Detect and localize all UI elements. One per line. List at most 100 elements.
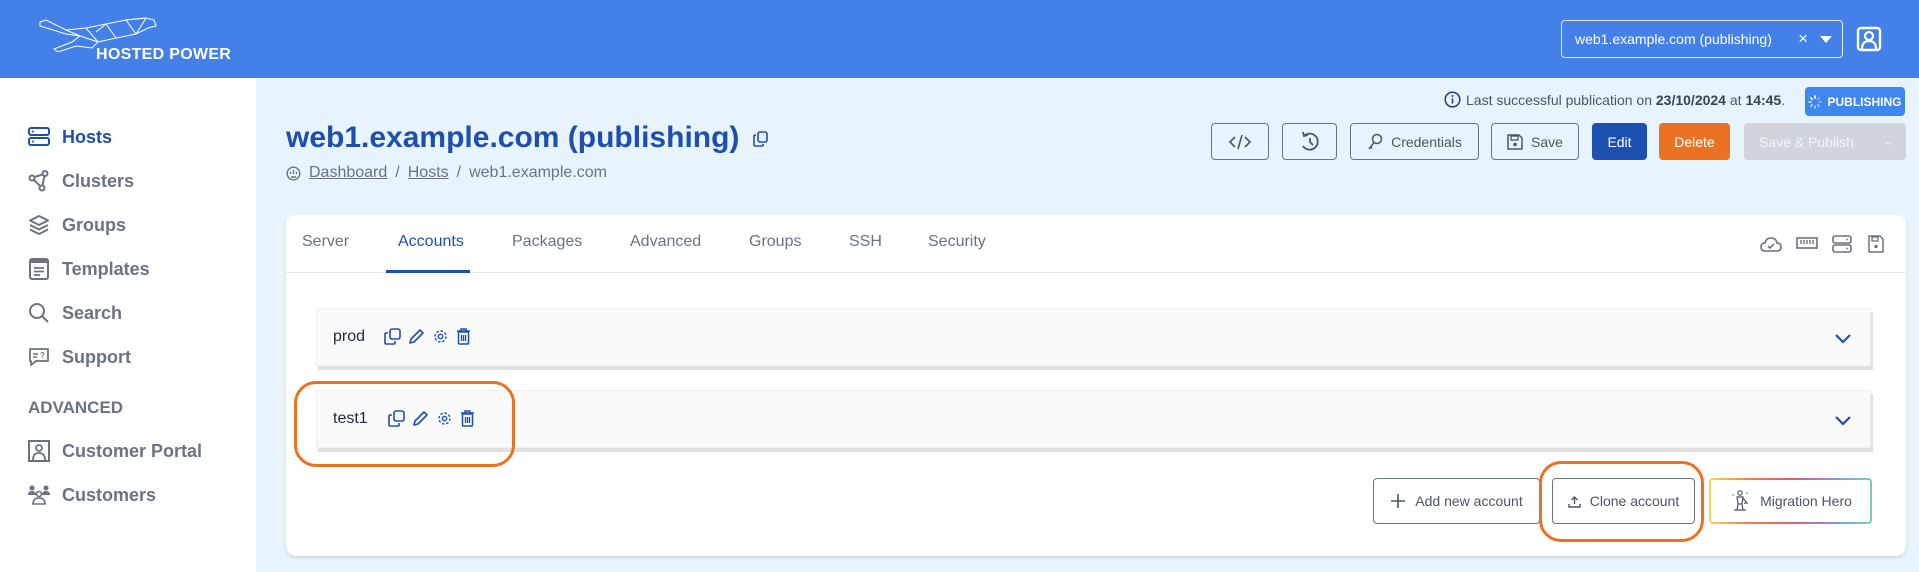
sidebar-item-label: Support	[62, 346, 131, 367]
host-detail-card: Server Accounts Packages Advanced Groups…	[286, 215, 1906, 556]
account-actions	[388, 410, 477, 427]
host-selector-value: web1.example.com (publishing)	[1575, 31, 1772, 47]
brand-logo[interactable]: HOSTED POWER	[36, 12, 246, 68]
layers-icon	[27, 213, 51, 237]
tab-bar: Server Accounts Packages Advanced Groups…	[286, 215, 1906, 273]
edit-pencil-icon[interactable]	[412, 410, 429, 427]
tab-packages[interactable]: Packages	[512, 233, 582, 273]
migration-hero-button[interactable]: Migration Hero	[1709, 478, 1872, 524]
hero-figure-icon	[1732, 490, 1749, 511]
sidebar-item-hosts[interactable]: Hosts	[27, 123, 112, 151]
clone-account-label: Clone account	[1589, 493, 1680, 509]
publication-suffix: .	[1781, 91, 1786, 108]
trash-icon[interactable]	[460, 410, 477, 427]
status-badge-label: PUBLISHING	[1827, 94, 1902, 109]
credentials-button[interactable]: Credentials	[1350, 123, 1479, 160]
key-icon	[1368, 133, 1383, 149]
dashboard-icon	[286, 165, 301, 181]
save-publish-label: Save & Publish	[1759, 133, 1854, 150]
search-icon	[27, 301, 51, 325]
server-icon	[27, 125, 51, 149]
customers-icon	[27, 483, 51, 507]
portal-icon	[27, 439, 51, 463]
save-button[interactable]: Save	[1491, 123, 1579, 160]
spinner-icon	[1808, 94, 1823, 109]
cluster-icon	[27, 169, 51, 193]
edit-button[interactable]: Edit	[1592, 123, 1647, 160]
tab-groups[interactable]: Groups	[749, 233, 801, 273]
publication-info: Last successful publication on 23/10/202…	[1444, 91, 1785, 108]
sidebar: Hosts Clusters Groups Templates Search ?…	[0, 78, 256, 572]
sidebar-item-templates[interactable]: Templates	[27, 255, 150, 283]
account-row-prod[interactable]: prod	[316, 308, 1871, 366]
user-portrait-icon[interactable]	[1856, 26, 1882, 52]
breadcrumb-dashboard[interactable]: Dashboard	[309, 164, 387, 182]
tab-ssh[interactable]: SSH	[849, 233, 882, 273]
sidebar-item-customers[interactable]: Customers	[27, 481, 156, 509]
add-account-label: Add new account	[1415, 493, 1523, 509]
publication-middle: at	[1725, 91, 1746, 108]
account-row-test1[interactable]: test1	[316, 390, 1871, 448]
sidebar-section-advanced: ADVANCED	[28, 398, 124, 417]
tab-accounts[interactable]: Accounts	[386, 233, 470, 273]
chevron-down-icon[interactable]: ⌄	[1882, 132, 1894, 149]
add-account-button[interactable]: Add new account	[1373, 478, 1540, 524]
code-view-button[interactable]	[1211, 123, 1269, 160]
plus-icon	[1391, 494, 1406, 508]
copy-icon[interactable]	[753, 121, 769, 155]
breadcrumb: Dashboard / Hosts / web1.example.com	[286, 164, 607, 182]
memory-icon[interactable]	[1796, 235, 1818, 257]
svg-text:?: ?	[40, 351, 45, 360]
sidebar-item-search[interactable]: Search	[27, 299, 122, 327]
breadcrumb-current: web1.example.com	[469, 164, 607, 181]
save-publish-button[interactable]: Save & Publish ⌄	[1744, 123, 1906, 160]
trash-icon[interactable]	[456, 328, 473, 345]
brand-name: HOSTED POWER	[96, 46, 232, 63]
breadcrumb-separator: /	[456, 164, 462, 181]
breadcrumb-separator: /	[395, 164, 400, 181]
delete-button[interactable]: Delete	[1659, 123, 1730, 160]
tab-security[interactable]: Security	[928, 233, 986, 273]
sidebar-item-label: Templates	[62, 258, 150, 279]
support-chat-icon: ?	[27, 345, 51, 369]
cloud-check-icon[interactable]	[1760, 235, 1782, 257]
sidebar-item-label: Groups	[62, 214, 127, 235]
upload-icon	[1568, 495, 1581, 508]
breadcrumb-hosts[interactable]: Hosts	[408, 164, 449, 182]
account-name: test1	[333, 410, 368, 427]
account-actions	[384, 328, 473, 345]
sidebar-item-customer-portal[interactable]: Customer Portal	[27, 437, 202, 465]
close-icon[interactable]: ×	[1798, 29, 1808, 49]
floppy-icon[interactable]	[1868, 235, 1890, 257]
clone-account-button[interactable]: Clone account	[1552, 478, 1695, 524]
publication-date: 23/10/2024	[1655, 91, 1726, 108]
edit-pencil-icon[interactable]	[408, 328, 425, 345]
status-badge: PUBLISHING	[1805, 87, 1905, 116]
settings-gear-icon[interactable]	[432, 328, 449, 345]
history-icon	[1301, 131, 1319, 150]
history-button[interactable]	[1282, 123, 1337, 160]
storage-icon[interactable]	[1832, 235, 1854, 257]
save-label: Save	[1531, 133, 1563, 150]
page-title: web1.example.com (publishing)	[286, 121, 769, 155]
caret-down-icon[interactable]	[1820, 36, 1832, 43]
publication-prefix: Last successful publication on	[1466, 91, 1656, 108]
tab-advanced[interactable]: Advanced	[630, 233, 701, 273]
copy-icon[interactable]	[384, 328, 401, 345]
tab-icon-group	[1760, 235, 1890, 257]
sidebar-item-label: Customers	[62, 484, 157, 505]
sidebar-item-clusters[interactable]: Clusters	[27, 167, 134, 195]
settings-gear-icon[interactable]	[436, 410, 453, 427]
sidebar-item-groups[interactable]: Groups	[27, 211, 126, 239]
chevron-down-icon[interactable]	[1832, 327, 1854, 349]
host-selector[interactable]: web1.example.com (publishing) ×	[1561, 20, 1843, 58]
tab-server[interactable]: Server	[302, 233, 349, 273]
floppy-icon	[1507, 133, 1523, 150]
chevron-down-icon[interactable]	[1832, 409, 1854, 431]
document-icon	[27, 257, 51, 281]
sidebar-item-label: Customer Portal	[62, 440, 203, 461]
copy-icon[interactable]	[388, 410, 405, 427]
sidebar-item-support[interactable]: ? Support	[27, 343, 131, 371]
info-icon	[1444, 91, 1461, 108]
sidebar-item-label: Clusters	[62, 170, 135, 191]
